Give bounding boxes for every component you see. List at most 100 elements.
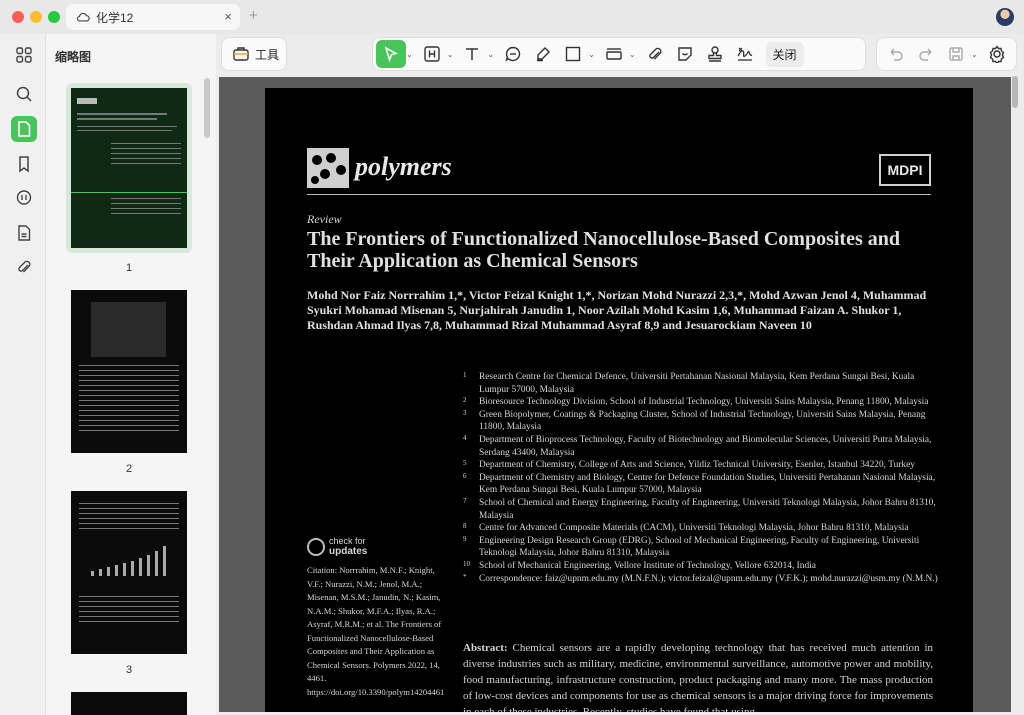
ai-assistant-button[interactable] [982, 40, 1012, 68]
thumbnail-page-number: 2 [125, 463, 133, 475]
cloud-icon [76, 12, 90, 22]
new-tab-button[interactable]: + [249, 7, 258, 24]
affiliation: 10 School of Mechanical Engineering, Vell… [463, 559, 816, 571]
attachment-icon[interactable] [11, 254, 37, 280]
main-area: 工具 ⌄ ⌄ ⌄ ⌄ ⌄ 关闭 ⌄ polymers MDPI Review T… [216, 34, 1024, 715]
abstract: Abstract: Chemical sensors are a rapidly… [463, 640, 933, 712]
document-viewport[interactable]: polymers MDPI Review The Frontiers of Fu… [219, 77, 1011, 712]
affiliation: 3 Green Biopolymer, Coatings & Packaging … [463, 408, 926, 433]
stamp-tool-button[interactable] [700, 40, 730, 68]
thumbnail-page-1[interactable] [66, 83, 192, 253]
sticker-icon [677, 47, 692, 61]
citation-block: Citation: Norrrahim, M.N.F.; Knight, V.F… [307, 565, 445, 697]
thumbnail-page-2[interactable] [71, 290, 197, 453]
page-preview [71, 290, 187, 453]
text-tool-button[interactable] [457, 40, 487, 68]
select-tool-button[interactable] [376, 40, 406, 68]
chevron-down-icon[interactable]: ⌄ [447, 50, 454, 59]
affiliation: 1 Research Centre for Chemical Defence, U… [463, 371, 915, 395]
thumbnail-page-number: 1 [125, 262, 133, 274]
signature-tool-button[interactable] [730, 40, 760, 68]
article-type: Review [307, 212, 342, 226]
chevron-down-icon[interactable]: ⌄ [971, 50, 978, 59]
ai-assistant-icon [989, 45, 1005, 63]
sticker-tool-button[interactable] [670, 40, 700, 68]
cursor-icon [384, 46, 398, 63]
minimize-window-button[interactable] [30, 11, 42, 23]
chevron-down-icon[interactable]: ⌄ [487, 50, 494, 59]
chevron-down-icon[interactable]: ⌄ [629, 50, 636, 59]
thumbnail-page-number: 3 [125, 664, 133, 676]
history-toolbar: ⌄ [876, 37, 1017, 71]
abstract-text: Chemical sensors are a rapidly developin… [463, 642, 933, 712]
thumbnail-page-4[interactable] [71, 692, 197, 715]
affiliation: 2 Bioresource Technology Division, School… [463, 396, 929, 408]
stamp-icon [707, 46, 722, 62]
affiliation: 7 School of Chemical and Energy Engineeri… [463, 496, 936, 521]
left-rail [0, 34, 46, 715]
tools-label[interactable]: 工具 [255, 46, 279, 63]
chevron-down-icon[interactable]: ⌄ [588, 50, 595, 59]
text-icon [466, 48, 479, 60]
highlight-tool-button[interactable] [528, 40, 558, 68]
note-icon [505, 46, 521, 62]
check-for-updates-badge[interactable]: check for updates [307, 536, 367, 557]
author-list: Mohd Nor Faiz Norrrahim 1,*, Victor Feiz… [307, 288, 927, 332]
affiliation: 9 Engineering Design Research Group (EDRG… [463, 534, 920, 559]
zoom-window-button[interactable] [48, 11, 60, 23]
affiliation: 5 Department of Chemistry, College of Art… [463, 459, 915, 471]
heading-tool-button[interactable] [417, 40, 447, 68]
search-icon[interactable] [11, 81, 37, 107]
shape-tool-button[interactable] [558, 40, 588, 68]
page-preview [71, 88, 187, 248]
page-preview [71, 692, 187, 715]
highlighter-icon [537, 47, 551, 62]
note-tool-button[interactable] [498, 40, 528, 68]
document-icon[interactable] [11, 220, 37, 246]
tab-close-icon[interactable]: × [224, 9, 232, 24]
journal-name: polymers [355, 152, 452, 181]
abstract-label: Abstract: [463, 642, 508, 654]
thumbnail-panel: 缩略图 1 2 3 [46, 34, 216, 715]
affiliation: 8 Centre for Advanced Composite Materials… [463, 522, 909, 534]
undo-icon [890, 48, 903, 61]
signature-icon [736, 47, 752, 61]
grid-icon[interactable] [11, 42, 37, 68]
annotation-toolbar: ⌄ ⌄ ⌄ ⌄ ⌄ 关闭 [372, 37, 866, 71]
redo-button[interactable] [911, 40, 941, 68]
avatar[interactable] [996, 8, 1014, 26]
document-tab[interactable]: 化学12 × [66, 4, 240, 30]
affiliation-list: 1 Research Centre for Chemical Defence, U… [463, 371, 938, 585]
attach-tool-button[interactable] [640, 40, 670, 68]
rectangle-icon [565, 46, 581, 62]
check-icon [307, 537, 325, 556]
page-preview [71, 491, 187, 654]
journal-logo [307, 148, 349, 188]
divider [307, 194, 931, 195]
redo-icon [919, 48, 932, 61]
correspondence: * Correspondence: faiz@upnm.edu.my (M.N.F… [463, 572, 938, 584]
pdf-page: polymers MDPI Review The Frontiers of Fu… [265, 88, 973, 712]
chevron-down-icon[interactable]: ⌄ [406, 50, 413, 59]
toolbox-icon [233, 47, 249, 61]
undo-button[interactable] [881, 40, 911, 68]
affiliation: 4 Department of Bioprocess Technology, Fa… [463, 433, 932, 458]
close-window-button[interactable] [12, 11, 24, 23]
thumbnail-scrollbar[interactable] [204, 78, 210, 138]
bookmark-icon[interactable] [11, 151, 37, 177]
paper-title: The Frontiers of Functionalized Nanocell… [307, 228, 900, 272]
comment-icon[interactable] [11, 185, 37, 211]
title-bar: 化学12 × + [0, 0, 1024, 34]
form-tool-button[interactable] [599, 40, 629, 68]
tools-group: 工具 [221, 37, 287, 71]
heading-icon [424, 46, 440, 62]
paperclip-icon [648, 47, 661, 60]
save-button[interactable] [941, 40, 971, 68]
page-icon[interactable] [11, 116, 37, 142]
thumbnail-page-3[interactable] [71, 491, 197, 654]
publisher-logo: MDPI [879, 154, 931, 186]
document-scrollbar[interactable] [1012, 76, 1018, 108]
close-toolbar-button[interactable]: 关闭 [765, 41, 804, 67]
form-field-icon [606, 48, 622, 60]
affiliation: 6 Department of Chemistry and Biology, Ce… [463, 471, 936, 496]
